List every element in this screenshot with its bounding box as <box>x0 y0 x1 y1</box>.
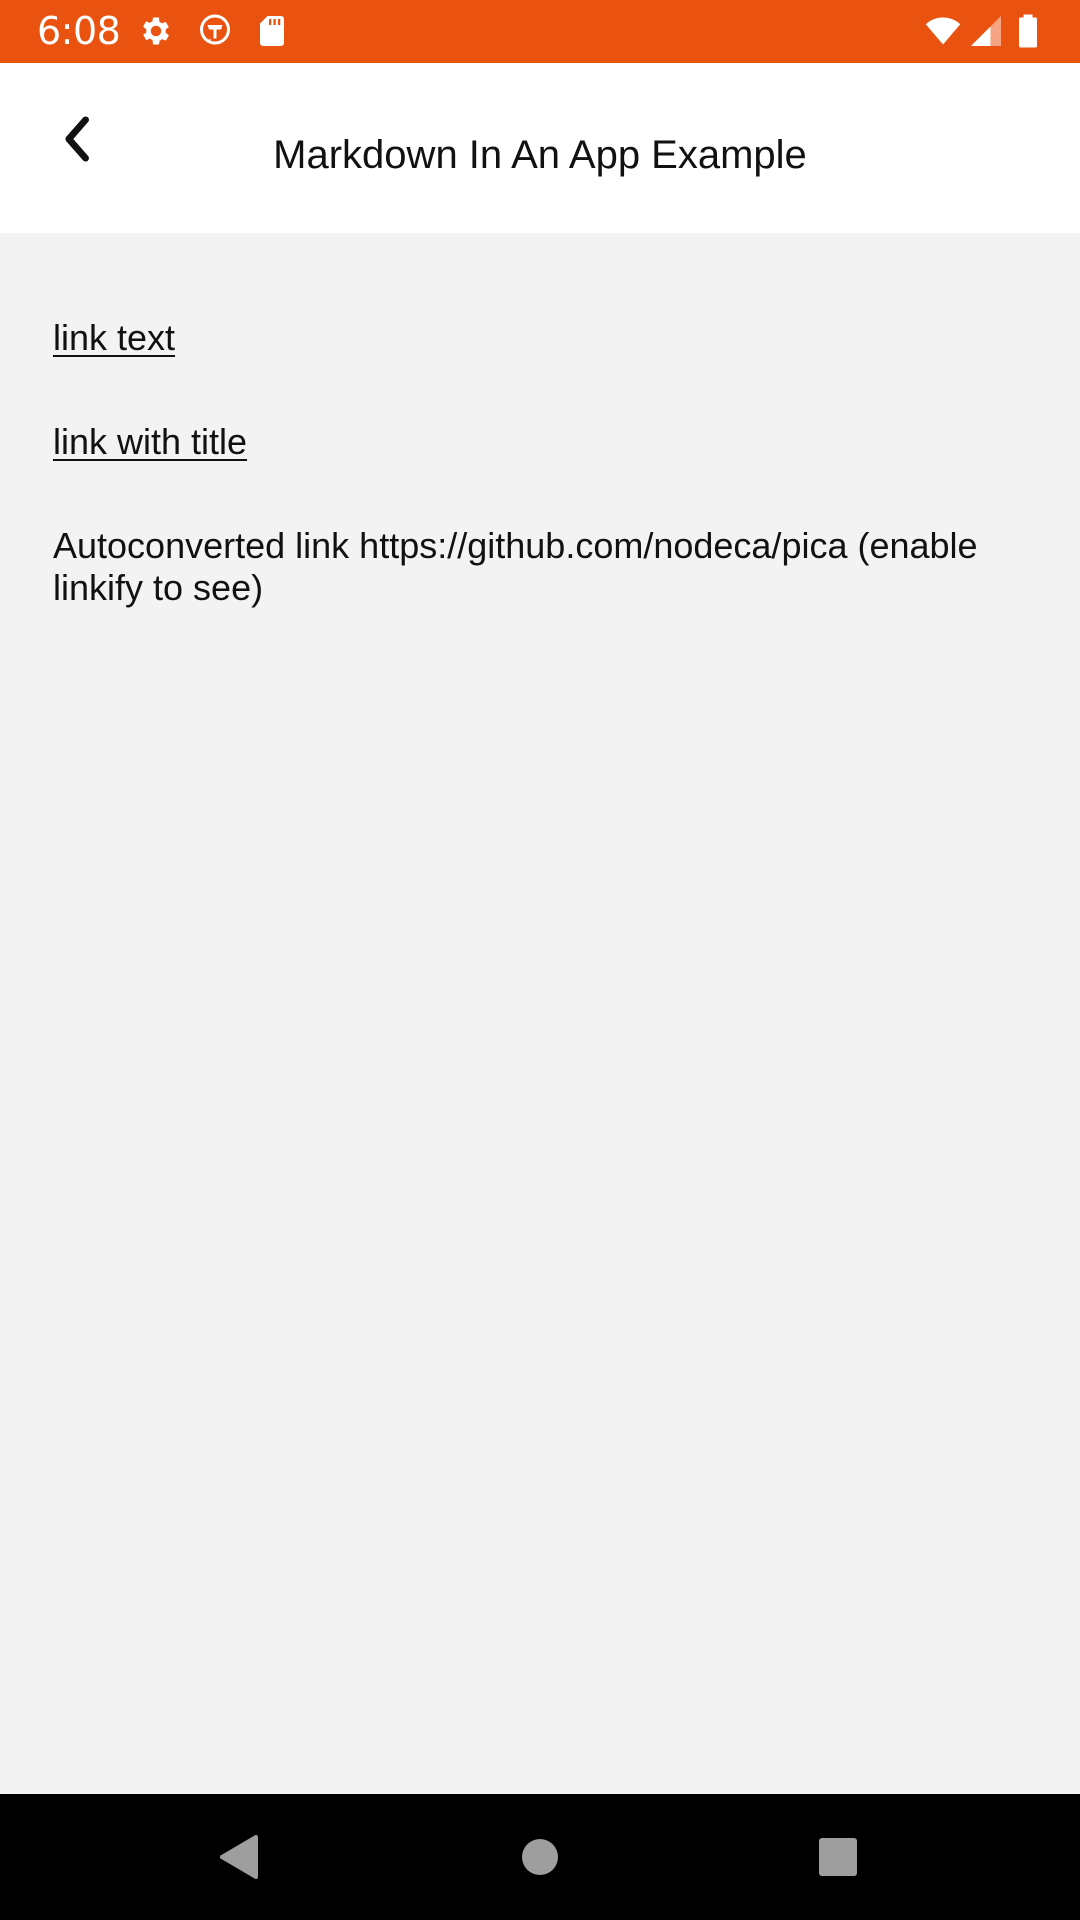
nav-recents-button[interactable] <box>798 1817 878 1897</box>
nav-back-button[interactable] <box>198 1817 278 1897</box>
sd-card-icon <box>254 13 290 49</box>
app-bar: Markdown In An App Example <box>0 63 1080 233</box>
link-with-title-link[interactable]: link with title <box>53 421 247 463</box>
battery-icon <box>1016 13 1046 49</box>
autoconverted-link-paragraph: Autoconverted link https://github.com/no… <box>53 525 978 608</box>
status-time: 6:08 <box>37 9 121 53</box>
cellular-signal-icon <box>968 13 1004 49</box>
home-circle-icon <box>522 1839 558 1875</box>
nav-home-button[interactable] <box>500 1817 580 1897</box>
wifi-icon <box>921 13 965 49</box>
back-button[interactable] <box>40 103 112 175</box>
status-bar: 6:08 <box>0 0 1080 63</box>
app-notification-icon <box>197 13 233 49</box>
paragraph-link-with-title: link with title <box>53 421 247 463</box>
paragraph-link-text: link text <box>53 317 175 359</box>
settings-gear-icon <box>138 13 174 49</box>
screen: 6:08 Markdown In An App Example link tex… <box>0 0 1080 1920</box>
back-triangle-icon <box>220 1835 258 1879</box>
chevron-left-icon <box>65 116 89 162</box>
page-title: Markdown In An App Example <box>273 133 807 177</box>
system-nav-bar <box>0 1794 1080 1920</box>
link-text-link[interactable]: link text <box>53 317 175 359</box>
recents-square-icon <box>819 1838 857 1876</box>
